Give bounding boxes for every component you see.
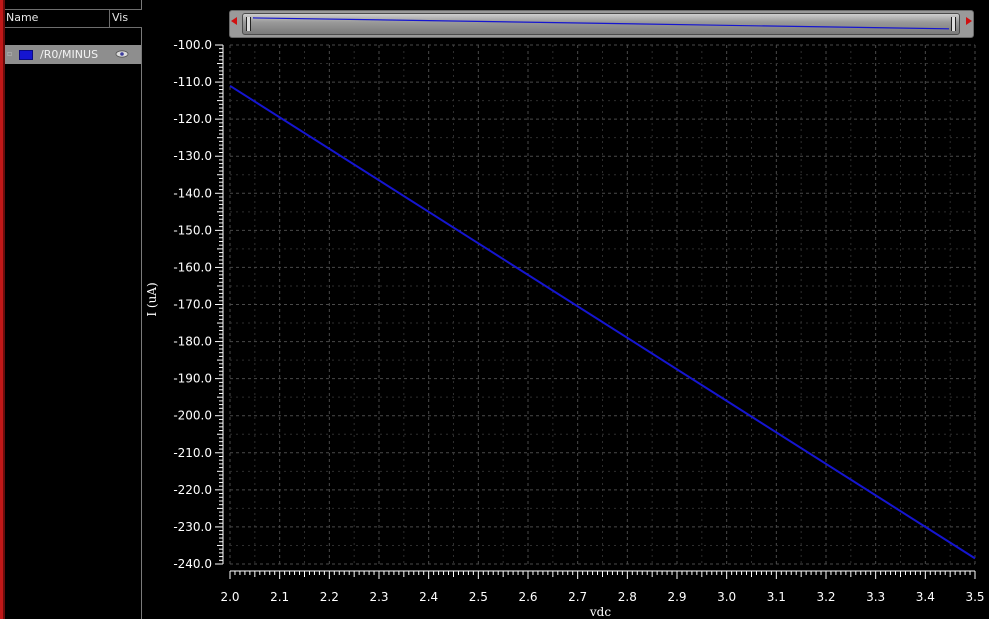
x-tick-label: 3.5 xyxy=(965,590,984,604)
x-tick-label: 2.7 xyxy=(568,590,587,604)
x-tick-label: 3.1 xyxy=(767,590,786,604)
x-axis-ticks: 2.0 2.1 2.2 2.3 2.4 2.5 2.6 2.7 2.8 2.9 3.0 3.1 3.2 3… xyxy=(220,571,985,604)
y-tick-label: -160.0 xyxy=(173,260,212,274)
waveform-window: Name Vis ▫ /R0/MINUS 2.0 2.1 2.2 2.3 2.4 2.5 2… xyxy=(0,0,989,619)
y-tick-label: -190.0 xyxy=(173,372,212,386)
x-tick-label: 2.2 xyxy=(320,590,339,604)
x-tick-label: 3.0 xyxy=(717,590,736,604)
x-tick-label: 3.4 xyxy=(916,590,935,604)
y-tick-label: -220.0 xyxy=(173,483,212,497)
x-tick-label: 3.2 xyxy=(816,590,835,604)
x-tick-label: 2.6 xyxy=(518,590,537,604)
y-tick-label: -120.0 xyxy=(173,112,212,126)
y-tick-label: -130.0 xyxy=(173,149,212,163)
y-tick-label: -210.0 xyxy=(173,446,212,460)
y-tick-label: -140.0 xyxy=(173,186,212,200)
x-tick-label: 2.9 xyxy=(667,590,686,604)
y-tick-label: -230.0 xyxy=(173,520,212,534)
x-tick-label: 2.8 xyxy=(618,590,637,604)
y-tick-label: -110.0 xyxy=(173,75,212,89)
x-tick-label: 2.3 xyxy=(369,590,388,604)
y-tick-label: -240.0 xyxy=(173,557,212,571)
y-axis-ticks: -100.0 -110.0 -120.0 -130.0 -140.0 -150.0 -160… xyxy=(173,38,223,571)
plot-grid xyxy=(229,44,976,565)
plot-axes xyxy=(222,45,975,572)
waveform-plot[interactable]: 2.0 2.1 2.2 2.3 2.4 2.5 2.6 2.7 2.8 2.9 3.0 3.1 3.2 3… xyxy=(0,0,989,619)
x-tick-label: 2.5 xyxy=(469,590,488,604)
y-tick-label: -170.0 xyxy=(173,298,212,312)
y-tick-label: -200.0 xyxy=(173,409,212,423)
y-tick-label: -150.0 xyxy=(173,223,212,237)
y-tick-label: -100.0 xyxy=(173,38,212,52)
x-tick-label: 3.3 xyxy=(866,590,885,604)
x-axis-title: vdc xyxy=(589,605,611,619)
x-tick-label: 2.4 xyxy=(419,590,438,604)
x-tick-label: 2.0 xyxy=(220,590,239,604)
x-tick-label: 2.1 xyxy=(270,590,289,604)
y-axis-title: I (uA) xyxy=(145,282,159,316)
y-tick-label: -180.0 xyxy=(173,335,212,349)
